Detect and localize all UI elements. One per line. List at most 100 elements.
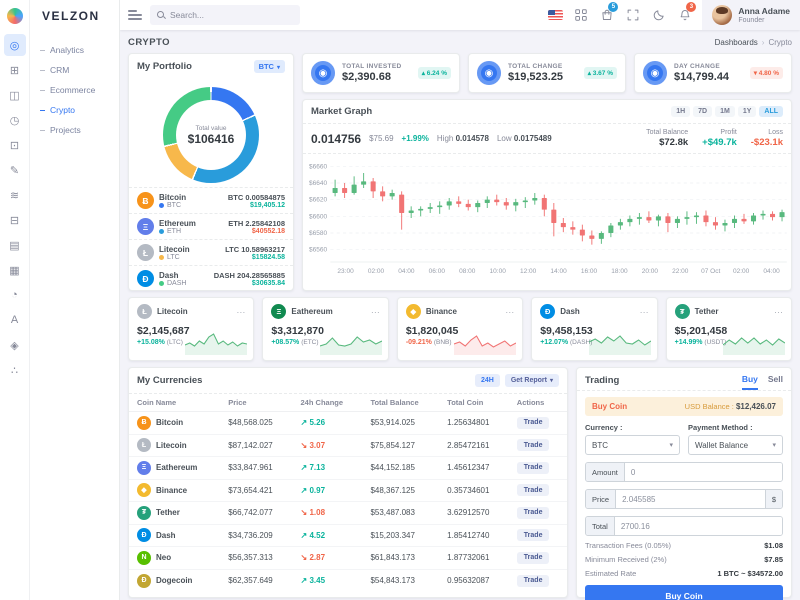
search-input[interactable] bbox=[170, 10, 293, 20]
trade-button[interactable]: Trade bbox=[516, 574, 550, 587]
sidebar-item-crypto[interactable]: Crypto bbox=[30, 100, 119, 120]
stat-card-total-change: ◉ TOTAL CHANGE $19,523.25 ▴ 3.67 % bbox=[468, 53, 626, 93]
more-menu-icon[interactable]: ⋯ bbox=[236, 307, 245, 316]
multilevel-icon[interactable]: ∴ bbox=[4, 359, 26, 381]
portfolio-currency-select[interactable]: BTC bbox=[253, 60, 285, 73]
range-tab-1m[interactable]: 1M bbox=[715, 106, 735, 117]
user-name: Anna Adame bbox=[738, 6, 790, 17]
payment-method-select[interactable]: Wallet Balance bbox=[688, 435, 783, 455]
brand-logo[interactable]: VELZON bbox=[42, 9, 100, 23]
cell-total-balance: $44,152.185 bbox=[362, 456, 440, 480]
language-flag-icon[interactable] bbox=[542, 0, 568, 30]
velzon-logo-icon[interactable] bbox=[6, 8, 23, 24]
more-menu-icon[interactable]: ⋯ bbox=[774, 307, 783, 316]
tab-sell[interactable]: Sell bbox=[768, 374, 783, 390]
filter-24h-button[interactable]: 24H bbox=[474, 374, 500, 387]
trade-button[interactable]: Trade bbox=[516, 506, 550, 519]
cell-price: $33,847.961 bbox=[220, 456, 293, 480]
cell-total-coin: 1.45612347 bbox=[439, 456, 509, 480]
user-role: Founder bbox=[738, 16, 765, 24]
apps-icon[interactable]: ⊞ bbox=[4, 59, 26, 81]
trading-card: Trading Buy Sell Buy Coin USD Balance : … bbox=[576, 367, 792, 600]
trade-button[interactable]: Trade bbox=[516, 439, 550, 452]
maps-icon[interactable]: ◈ bbox=[4, 334, 26, 356]
price-input[interactable] bbox=[616, 490, 765, 508]
dashboards-icon[interactable]: ◎ bbox=[3, 34, 26, 56]
more-menu-icon[interactable]: ⋯ bbox=[640, 307, 649, 316]
total-input[interactable] bbox=[614, 517, 782, 535]
stats-row: ◉ TOTAL INVESTED $2,390.68 ▴ 6.24 % ◉ TOTAL C… bbox=[302, 53, 792, 93]
tab-buy[interactable]: Buy bbox=[741, 374, 758, 390]
coin-stat-icon: ◉ bbox=[311, 61, 335, 85]
fees-label: Transaction Fees (0.05%) bbox=[585, 541, 672, 550]
asset-value: $15824.58 bbox=[251, 253, 285, 261]
sidebar-item-projects[interactable]: Projects bbox=[30, 120, 119, 140]
widgets-icon[interactable]: ⊡ bbox=[4, 134, 26, 156]
amount-input[interactable] bbox=[624, 463, 782, 481]
sidebar-item-ecommerce[interactable]: Ecommerce bbox=[30, 80, 119, 100]
range-tab-1h[interactable]: 1H bbox=[671, 106, 691, 117]
breadcrumb-current: Crypto bbox=[768, 38, 792, 47]
cell-24h-change: ↗ 3.45 bbox=[300, 576, 326, 585]
sidebar-item-crm[interactable]: CRM bbox=[30, 60, 119, 80]
cart-badge: 5 bbox=[608, 2, 619, 12]
more-menu-icon[interactable]: ⋯ bbox=[371, 307, 380, 316]
advance-ui-icon[interactable]: ≋ bbox=[4, 184, 26, 206]
hamburger-icon[interactable] bbox=[128, 8, 142, 23]
layouts-icon[interactable]: ◫ bbox=[4, 84, 26, 106]
price-currency-suffix: $ bbox=[764, 490, 782, 508]
icons-icon[interactable]: A bbox=[4, 309, 26, 331]
user-menu[interactable]: Anna Adame Founder bbox=[702, 0, 800, 30]
apps-grid-icon[interactable] bbox=[568, 0, 594, 30]
coin-card-symbol: (ETC) bbox=[301, 339, 319, 346]
pages-icon[interactable]: ◷ bbox=[4, 109, 26, 131]
auth-icon[interactable]: ⊟ bbox=[4, 209, 26, 231]
column-header-coin-name: Coin Name bbox=[129, 394, 221, 412]
svg-text:12:00: 12:00 bbox=[520, 268, 537, 275]
dogecoin-icon: Ð bbox=[137, 573, 151, 588]
sidebar-item-analytics[interactable]: Analytics bbox=[30, 40, 119, 60]
trade-button[interactable]: Trade bbox=[516, 551, 550, 564]
forms-icon[interactable]: ✎ bbox=[4, 159, 26, 181]
charts-icon[interactable]: ◔ bbox=[4, 284, 26, 306]
currency-select[interactable]: BTC bbox=[585, 435, 680, 455]
fullscreen-icon[interactable] bbox=[620, 0, 646, 30]
stat-badge: ▴ 3.67 % bbox=[583, 67, 617, 79]
payment-method-label: Payment Method : bbox=[688, 423, 753, 432]
breadcrumb-parent[interactable]: Dashboards bbox=[715, 38, 758, 47]
asset-name: Bitcoin bbox=[159, 192, 187, 202]
svg-text:$6600: $6600 bbox=[309, 213, 328, 220]
tether-icon: ₮ bbox=[137, 505, 151, 520]
column-header-24h-change: 24h Change bbox=[292, 394, 363, 412]
tables-icon[interactable]: ▦ bbox=[4, 259, 26, 281]
trade-button[interactable]: Trade bbox=[516, 484, 550, 497]
range-tab-7d[interactable]: 7D bbox=[693, 106, 713, 117]
loss-value: -$23.1k bbox=[750, 137, 783, 148]
cell-total-balance: $48,367.125 bbox=[362, 479, 440, 502]
trading-title: Trading bbox=[585, 375, 620, 386]
table-row-binance: ◆ Binance $73,654.421 ↗ 0.97 $48,367.125 0.35… bbox=[129, 479, 567, 502]
landing-icon[interactable]: ▤ bbox=[4, 234, 26, 256]
range-tab-1y[interactable]: 1Y bbox=[737, 106, 757, 117]
cell-24h-change: ↗ 0.97 bbox=[300, 485, 326, 495]
sidebar-menu: Analytics CRM Ecommerce Crypto Projects bbox=[30, 40, 119, 140]
dark-mode-icon[interactable] bbox=[646, 0, 672, 30]
buy-coin-button[interactable]: Buy Coin bbox=[585, 585, 783, 600]
stat-card-day-change: ◉ DAY CHANGE $14,799.44 ▾ 4.80 % bbox=[634, 53, 792, 93]
asset-symbol: ETH bbox=[167, 227, 181, 235]
trade-button[interactable]: Trade bbox=[516, 461, 550, 474]
notifications-icon[interactable]: 3 bbox=[672, 0, 698, 30]
get-report-button[interactable]: Get Report bbox=[504, 374, 559, 387]
trade-button[interactable]: Trade bbox=[516, 416, 550, 429]
range-tab-all[interactable]: ALL bbox=[759, 106, 783, 117]
more-menu-icon[interactable]: ⋯ bbox=[505, 307, 514, 316]
cart-icon[interactable]: 5 bbox=[594, 0, 620, 30]
usd-balance-value: $12,426.07 bbox=[735, 402, 776, 411]
asset-amount: DASH 204.28565885 bbox=[213, 270, 285, 280]
trade-button[interactable]: Trade bbox=[516, 529, 550, 542]
cell-coin-name: Dash bbox=[156, 530, 176, 540]
svg-text:$6660: $6660 bbox=[309, 163, 328, 170]
bitcoin-icon: Ƀ bbox=[137, 192, 154, 209]
stat-card-total-invested: ◉ TOTAL INVESTED $2,390.68 ▴ 6.24 % bbox=[302, 53, 460, 93]
eathereum-icon: Ξ bbox=[137, 460, 151, 475]
